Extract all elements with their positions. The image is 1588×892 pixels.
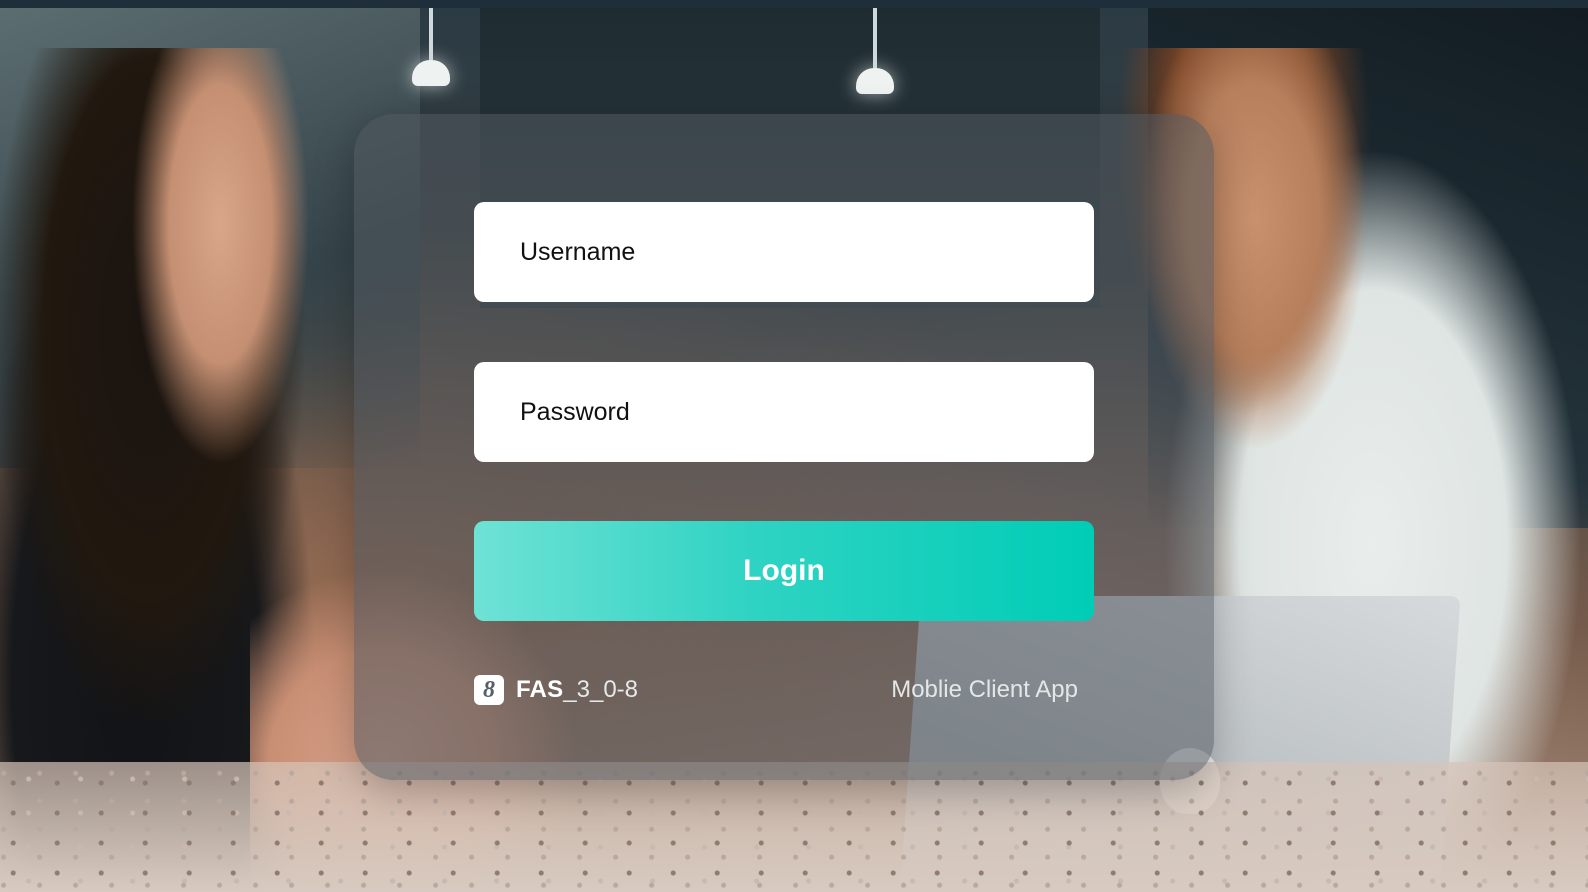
password-input[interactable] — [474, 362, 1094, 462]
login-button[interactable]: Login — [474, 521, 1094, 621]
top-strip — [0, 0, 1588, 8]
pendant-lamp-icon — [412, 8, 450, 86]
app-version-info: 8 FAS _3_0-8 — [474, 674, 638, 706]
version-number: _3_0-8 — [563, 676, 639, 703]
background-table — [0, 762, 1588, 892]
brand-name: FAS — [516, 676, 564, 703]
login-card: Login 8 FAS _3_0-8 Moblie Client App — [354, 114, 1214, 780]
app-logo-icon: 8 — [474, 675, 504, 705]
pendant-lamp-icon — [856, 8, 894, 94]
username-input[interactable] — [474, 202, 1094, 302]
app-name-label: Moblie Client App — [891, 676, 1078, 703]
